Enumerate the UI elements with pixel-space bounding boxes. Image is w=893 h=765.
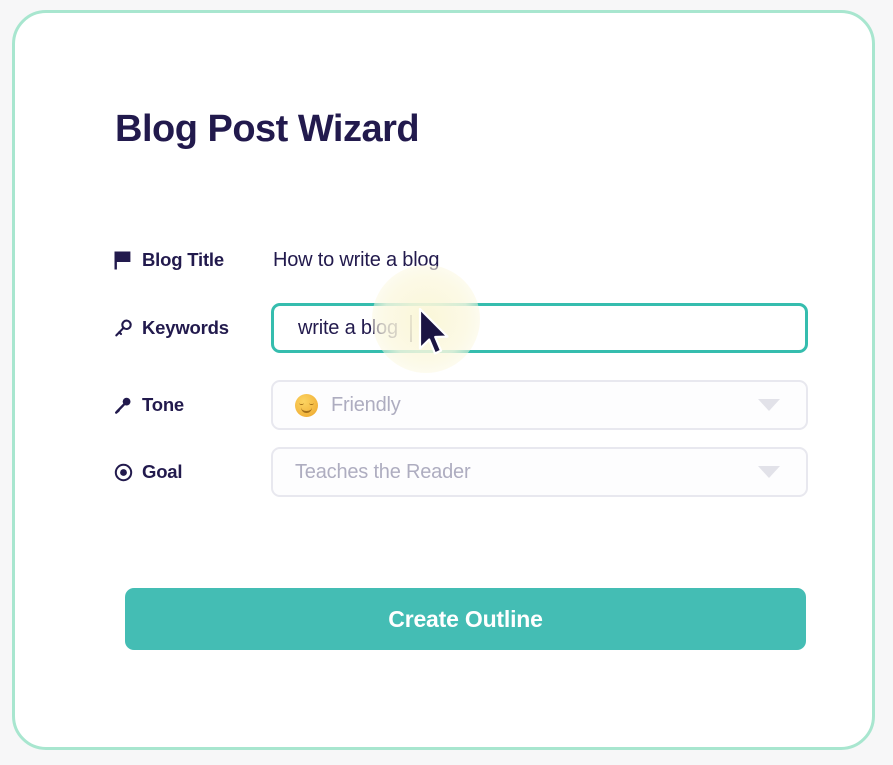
page-title: Blog Post Wizard — [115, 108, 420, 150]
field-label-text: Blog Title — [142, 249, 224, 270]
field-label-text: Goal — [142, 461, 183, 482]
field-label-goal: Goal — [113, 461, 259, 483]
smiling-face-emoji — [295, 393, 318, 417]
keywords-input-value: write a blog — [298, 316, 398, 339]
tone-select[interactable]: Friendly — [271, 380, 808, 430]
field-label-text: Keywords — [142, 317, 229, 338]
field-label-tone: Tone — [113, 394, 259, 416]
goal-select[interactable]: Teaches the Reader — [271, 447, 808, 497]
goal-select-value: Teaches the Reader — [295, 460, 471, 483]
field-label-text: Tone — [142, 394, 185, 415]
form-row-keywords: Keywords write a blog — [113, 303, 813, 353]
keywords-input[interactable]: write a blog — [271, 303, 808, 353]
key-icon — [113, 318, 133, 338]
tone-select-value: Friendly — [331, 393, 401, 416]
target-icon — [113, 462, 133, 482]
text-caret — [409, 314, 412, 342]
field-label-keywords: Keywords — [113, 317, 259, 339]
form-row-tone: Tone Friendly — [113, 380, 813, 430]
form-row-blog-title: Blog Title How to write a blog — [113, 235, 813, 285]
blog-title-value: How to write a blog — [273, 248, 440, 271]
create-outline-button[interactable]: Create Outline — [125, 588, 806, 650]
chevron-down-icon[interactable] — [758, 399, 780, 411]
microphone-icon — [113, 395, 133, 415]
wizard-card: Blog Post Wizard Blog Title How to write… — [12, 10, 875, 750]
form-row-goal: Goal Teaches the Reader — [113, 447, 813, 497]
flag-icon — [113, 250, 133, 270]
field-label-blog-title: Blog Title — [113, 249, 259, 271]
chevron-down-icon[interactable] — [758, 466, 780, 478]
